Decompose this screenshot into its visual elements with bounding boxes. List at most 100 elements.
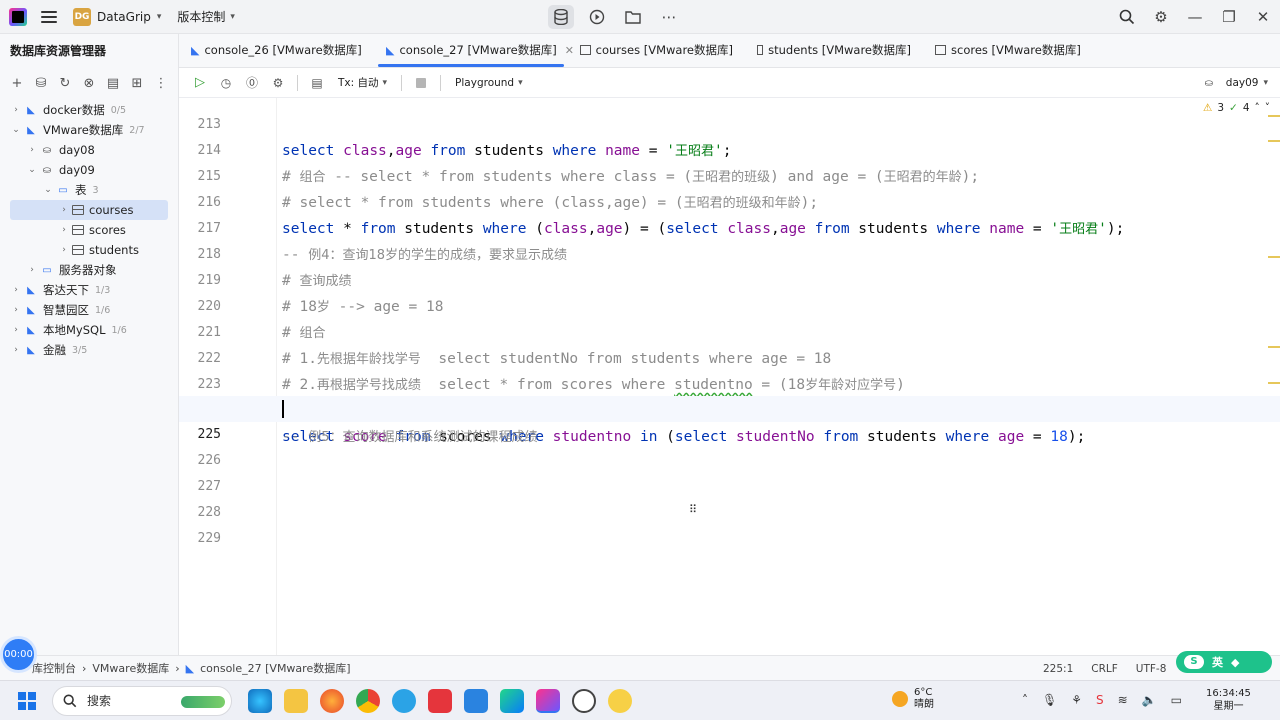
inspection-widget[interactable]: ⚠ 3 ✓ 4 ˄ ˅ <box>1203 102 1270 114</box>
chevron-right-icon[interactable]: › <box>58 225 70 235</box>
firefox-icon[interactable] <box>320 688 344 713</box>
file-encoding[interactable]: UTF-8 <box>1136 663 1167 675</box>
run-icon[interactable]: ▷ <box>189 72 211 94</box>
clock-app-icon[interactable] <box>572 688 596 713</box>
code-line[interactable]: 226 <box>179 422 1280 468</box>
code-line[interactable]: 217 -- 例4：查询18岁的学生的成绩，要求显示成绩 <box>179 190 1280 263</box>
tree-item-local-mysql[interactable]: › ◣ 本地MySQL 1/6 <box>0 320 178 340</box>
ime-mode[interactable]: 英 <box>1212 654 1223 670</box>
tree-item-finance[interactable]: › ◣ 金融 3/5 <box>0 340 178 360</box>
windows-start-icon[interactable] <box>18 691 36 710</box>
vcs-menu[interactable]: 版本控制 ▾ <box>177 8 235 25</box>
tree-item-server-objects[interactable]: › ▭ 服务器对象 <box>0 260 178 280</box>
chat-app-icon[interactable] <box>392 688 416 713</box>
caret-position[interactable]: 225:1 <box>1043 663 1073 675</box>
code-line[interactable]: 228 <box>179 474 1280 520</box>
code-line[interactable]: 216 select * from students where (class,… <box>179 164 1280 237</box>
results-icon[interactable]: ▤ <box>306 72 328 94</box>
code-line[interactable]: 214 # 组合 -- select * from students where… <box>179 112 1280 185</box>
code-line[interactable]: 221 # 1.先根据年龄找学号 select studentNo from s… <box>179 294 1280 367</box>
chevron-right-icon[interactable]: › <box>10 285 22 295</box>
misc-app-icon[interactable] <box>608 688 632 713</box>
file-explorer-icon[interactable] <box>284 688 308 713</box>
refresh-icon[interactable]: ↻ <box>56 76 74 91</box>
chevron-right-icon[interactable]: › <box>26 265 38 275</box>
error-stripe-mark[interactable] <box>1268 382 1280 384</box>
restore-icon[interactable]: ❐ <box>1212 5 1246 29</box>
edge-icon[interactable] <box>248 688 272 713</box>
tree-item-smart-park[interactable]: › ◣ 智慧园区 1/6 <box>0 300 178 320</box>
table-view-icon[interactable]: ⊞ <box>128 76 146 91</box>
search-icon[interactable] <box>1110 5 1144 29</box>
code-line[interactable]: 222 # 2.再根据学号找成绩 select * from scores wh… <box>179 320 1280 393</box>
datagrip-icon[interactable] <box>536 688 560 713</box>
error-stripe-mark[interactable] <box>1268 346 1280 348</box>
console-icon[interactable]: ▤ <box>104 76 122 91</box>
breadcrumb-item[interactable]: console_27 [VMware数据库] <box>200 660 350 676</box>
tree-item-vmware[interactable]: ⌄ ◣ VMware数据库 2/7 <box>0 120 178 140</box>
sogou-icon[interactable]: S <box>1096 693 1104 707</box>
chevron-right-icon[interactable]: › <box>58 205 70 215</box>
chevron-down-icon[interactable]: ˅ <box>1265 102 1270 114</box>
code-line[interactable]: 227 <box>179 448 1280 494</box>
tab-console-26[interactable]: ◣ console_26 [VMware数据库] <box>179 33 374 67</box>
breadcrumb-item[interactable]: 库控制台 <box>32 660 76 676</box>
schema-selector[interactable]: ⛀ day09 ▾ <box>1200 68 1268 98</box>
weather-widget[interactable]: 6°C 晴朗 <box>892 687 934 711</box>
settings-icon[interactable]: ⚙ <box>267 72 289 94</box>
more-icon[interactable]: ⋯ <box>656 5 682 29</box>
tree-item-kedatianxia[interactable]: › ◣ 客达天下 1/3 <box>0 280 178 300</box>
code-line-current[interactable]: 225 <box>179 396 1280 442</box>
microphone-icon[interactable]: 🎙 <box>1042 693 1057 707</box>
code-line[interactable]: 215 # select * from students where (clas… <box>179 138 1280 211</box>
error-stripe-mark[interactable] <box>1268 256 1280 258</box>
code-line[interactable]: 223 ✔ select score from scores where stu… <box>179 346 1280 445</box>
volume-icon[interactable]: 🔈 <box>1142 693 1157 707</box>
tree-item-day09[interactable]: ⌄ ⛀ day09 <box>0 160 178 180</box>
tree-item-students[interactable]: › students <box>0 240 178 260</box>
battery-icon[interactable]: ▭ <box>1171 693 1182 707</box>
chevron-right-icon[interactable]: › <box>10 345 22 355</box>
line-separator[interactable]: CRLF <box>1091 663 1118 675</box>
code-line[interactable]: 224 -- 例5：查询数据库和系统测试的课程成绩 <box>179 372 1280 445</box>
chevron-down-icon[interactable]: ⌄ <box>42 185 54 195</box>
wifi-icon[interactable]: ≋ <box>1118 693 1128 707</box>
tab-console-27[interactable]: ◣ console_27 [VMware数据库] ✕ <box>374 33 574 67</box>
tree-item-scores[interactable]: › scores <box>0 220 178 240</box>
code-line[interactable]: 220 # 组合 <box>179 268 1280 341</box>
tree-item-courses[interactable]: › courses <box>10 200 168 220</box>
project-selector[interactable]: DG DataGrip ▾ <box>73 7 161 26</box>
explain-plan-icon[interactable]: ⓪ <box>241 72 263 94</box>
chevron-down-icon[interactable]: ⌄ <box>26 165 38 175</box>
minimize-icon[interactable]: — <box>1178 5 1212 29</box>
input-method-bar[interactable]: S 英 ◆ <box>1176 651 1272 673</box>
disconnect-icon[interactable]: ⊗ <box>80 76 98 91</box>
chevron-right-icon[interactable]: › <box>10 305 22 315</box>
code-editor[interactable]: 213 select class,age from students where… <box>179 98 1280 655</box>
code-line[interactable]: 218 # 查询成绩 <box>179 216 1280 289</box>
pycharm-icon[interactable] <box>500 688 524 713</box>
chevron-up-icon[interactable]: ˄ <box>1022 693 1028 707</box>
chevron-up-icon[interactable]: ˄ <box>1255 102 1260 114</box>
pdf-app-icon[interactable] <box>428 688 452 713</box>
database-icon[interactable] <box>548 5 574 29</box>
chevron-right-icon[interactable]: › <box>10 325 22 335</box>
feishu-icon[interactable] <box>464 688 488 713</box>
code-line[interactable]: 213 select class,age from students where… <box>179 98 1280 159</box>
chevron-right-icon[interactable]: › <box>26 145 38 155</box>
playground-dropdown[interactable]: Playground ▾ <box>449 77 529 89</box>
tree-item-tables-folder[interactable]: ⌄ ▭ 表 3 <box>0 180 178 200</box>
main-menu-icon[interactable] <box>41 10 57 23</box>
tree-item-day08[interactable]: › ⛀ day08 <box>0 140 178 160</box>
stop-icon[interactable] <box>410 72 432 94</box>
tree-item-docker[interactable]: › ◣ docker数据 0/5 <box>0 100 178 120</box>
taskbar-search[interactable]: 搜索 <box>52 685 232 716</box>
breadcrumb-item[interactable]: VMware数据库 <box>92 660 169 676</box>
ime-skin-icon[interactable]: ◆ <box>1231 656 1239 669</box>
folder-icon[interactable] <box>620 5 646 29</box>
tab-students[interactable]: students [VMware数据库] <box>745 33 923 67</box>
taskbar-clock[interactable]: 16:34:45 星期一 <box>1206 687 1251 713</box>
chevron-right-icon[interactable]: › <box>10 105 22 115</box>
code-line[interactable]: 219 # 18岁 --> age = 18 <box>179 242 1280 315</box>
tab-scores[interactable]: scores [VMware数据库] <box>923 33 1093 67</box>
